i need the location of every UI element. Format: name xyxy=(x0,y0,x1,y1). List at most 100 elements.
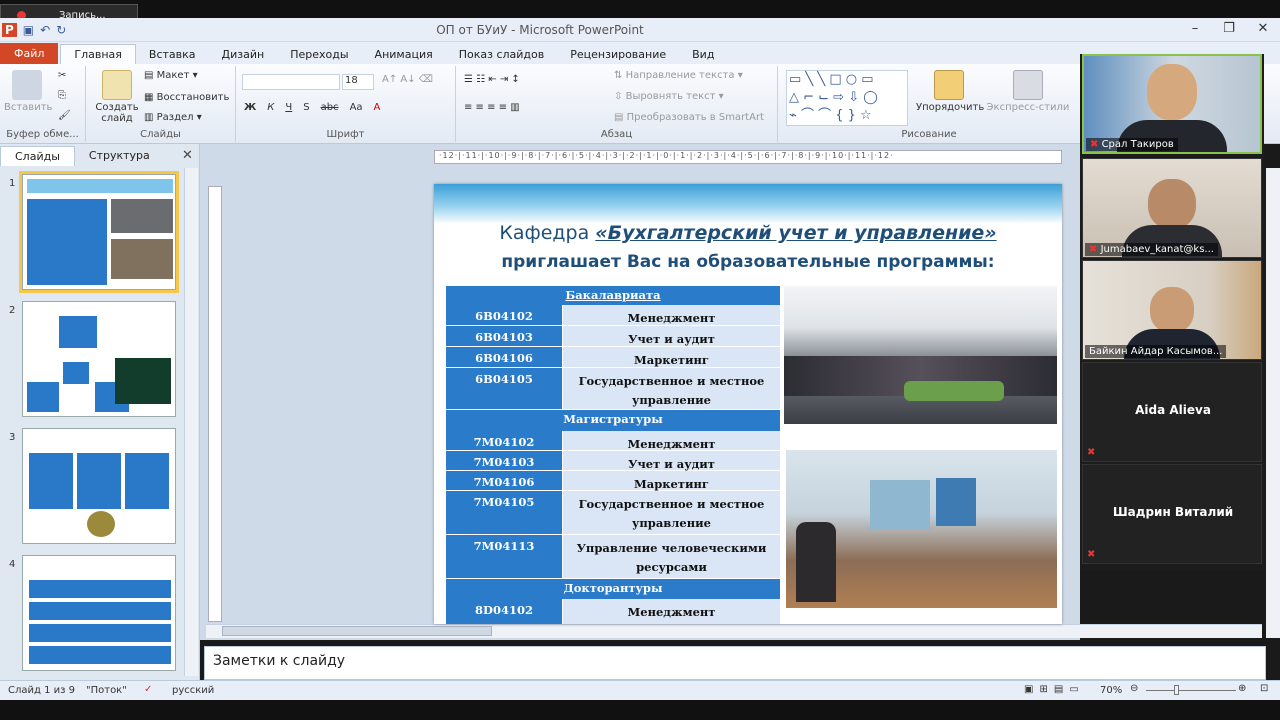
tab-view[interactable]: Вид xyxy=(679,45,727,64)
section-header: Докторантуры xyxy=(446,579,780,599)
participant-name: ✖ Jumabaev_kanat@ks... xyxy=(1085,243,1218,256)
tab-outline[interactable]: Структура xyxy=(75,146,164,166)
slide-thumbnail-3[interactable] xyxy=(22,428,176,544)
zoom-level[interactable]: 70% xyxy=(1100,685,1122,696)
shadow-button[interactable]: S xyxy=(303,102,309,113)
reset-button[interactable]: ▦ Восстановить xyxy=(144,92,229,103)
font-group-label: Шрифт xyxy=(326,129,365,140)
slide-thumbnail-1[interactable] xyxy=(19,171,179,293)
table-row: 7М04102 Менеджмент xyxy=(446,431,780,451)
view-buttons-icon[interactable]: ▣⊞▤▭ xyxy=(1024,684,1085,695)
strikethrough-button[interactable]: abc xyxy=(321,102,339,113)
case-button[interactable]: Aa xyxy=(350,102,363,113)
tab-review[interactable]: Рецензирование xyxy=(557,45,679,64)
horizontal-ruler: ·12·|·11·|·10·|·9·|·8·|·7·|·6·|·5·|·4·|·… xyxy=(434,150,1062,164)
layout-button[interactable]: ▤ Макет ▾ xyxy=(144,70,198,81)
slide-thumbnail-4[interactable] xyxy=(22,555,176,671)
bullets-icon[interactable]: ☰ ☷ ⇤ ⇥ ↕ xyxy=(464,74,520,85)
horizontal-scroll-thumb[interactable] xyxy=(222,626,492,636)
slide-notes[interactable]: Заметки к слайду xyxy=(204,646,1266,680)
program-name: Государственное и местное управление xyxy=(562,491,780,535)
program-name: Управление человеческими ресурсами xyxy=(562,535,780,579)
quick-styles-label: Экспресс-стили xyxy=(986,102,1070,113)
new-slide-button[interactable]: Создать слайд xyxy=(92,70,142,124)
paste-button[interactable]: Вставить xyxy=(4,70,52,113)
shapes-gallery[interactable]: ▭ ╲ ╲ □ ○ ▭ △ ⌐ ⌙ ⇨ ⇩ ◯ ⌁ ⌒ ⌒ { } ☆ xyxy=(786,70,908,126)
align-text-label: Выровнять текст xyxy=(625,91,716,102)
section-button[interactable]: ▥ Раздел ▾ xyxy=(144,112,202,123)
tab-insert[interactable]: Вставка xyxy=(136,45,209,64)
close-icon[interactable]: ✕ xyxy=(1246,18,1280,42)
tab-file[interactable]: Файл xyxy=(0,43,59,64)
tab-transitions[interactable]: Переходы xyxy=(277,45,361,64)
bold-button[interactable]: Ж xyxy=(244,102,256,113)
font-size-select[interactable]: 18 xyxy=(342,74,374,90)
participant-tile[interactable]: Байкин Айдар Касымов... xyxy=(1082,260,1262,360)
clipboard-group-label: Буфер обме... xyxy=(6,129,79,140)
powerpoint-logo-icon[interactable]: P xyxy=(2,23,17,37)
participant-tile[interactable]: ✖ Срал Такиров xyxy=(1082,54,1262,154)
participant-tile[interactable]: ✖ Jumabaev_kanat@ks... xyxy=(1082,158,1262,258)
quick-styles-button[interactable]: Экспресс-стили xyxy=(986,70,1070,113)
classroom-photo-1[interactable] xyxy=(784,286,1057,424)
slide-subtitle[interactable]: приглашает Вас на образовательные програ… xyxy=(434,252,1062,272)
font-grow-icon[interactable]: A↑ A↓ ⌫ xyxy=(382,74,433,85)
drawing-group-label: Рисование xyxy=(901,129,957,140)
tab-slideshow[interactable]: Показ слайдов xyxy=(446,45,558,64)
smartart-button[interactable]: ▤ Преобразовать в SmartArt xyxy=(614,112,764,123)
table-row: 6В04103 Учет и аудит xyxy=(446,326,780,347)
zoom-slider-thumb[interactable] xyxy=(1174,685,1179,695)
text-direction-button[interactable]: ⇅ Направление текста ▾ xyxy=(614,70,743,81)
tab-animation[interactable]: Анимация xyxy=(362,45,446,64)
tab-design[interactable]: Дизайн xyxy=(209,45,278,64)
zoom-slider[interactable] xyxy=(1146,690,1236,691)
title-prefix: Кафедра xyxy=(499,222,596,244)
save-icon[interactable]: ▣ xyxy=(23,23,34,37)
zoom-in-icon[interactable]: ⊕ xyxy=(1238,683,1246,694)
table-row: Магистратуры xyxy=(446,410,780,431)
redo-icon[interactable]: ↻ xyxy=(56,23,66,37)
muted-mic-icon: ✖ xyxy=(1089,244,1098,255)
underline-button[interactable]: Ч xyxy=(285,102,292,113)
minimize-icon[interactable]: – xyxy=(1178,18,1212,42)
font-name-select[interactable] xyxy=(242,74,340,90)
muted-mic-icon: ✖ xyxy=(1087,447,1096,458)
slides-pane-scrollbar[interactable] xyxy=(184,168,198,676)
tab-slides[interactable]: Слайды xyxy=(0,146,75,166)
font-format-buttons: Ж К Ч S abc Aa A xyxy=(244,102,380,113)
table-row: Докторантуры xyxy=(446,579,780,599)
paragraph-group: ☰ ☷ ⇤ ⇥ ↕ ≡ ≡ ≡ ≡ ▥ ⇅ Направление текста… xyxy=(456,66,778,142)
program-code: 7М04105 xyxy=(446,491,562,535)
classroom-photo-2[interactable] xyxy=(786,450,1057,608)
current-slide[interactable]: Кафедра «Бухгалтерский учет и управление… xyxy=(434,184,1062,624)
slide-thumbnail-2[interactable] xyxy=(22,301,176,417)
participant-tile[interactable]: Шадрин Виталий ✖ xyxy=(1082,464,1262,564)
spellcheck-icon[interactable]: ✓ xyxy=(144,684,152,695)
slide-title[interactable]: Кафедра «Бухгалтерский учет и управление… xyxy=(434,222,1062,244)
fit-slide-icon[interactable]: ⊡ xyxy=(1260,683,1268,694)
title-bar: ОП от БУиУ - Microsoft PowerPoint xyxy=(0,18,1280,42)
zoom-out-icon[interactable]: ⊖ xyxy=(1130,683,1138,694)
muted-mic-icon: ✖ xyxy=(1090,139,1099,150)
copy-icon[interactable]: ⎘ xyxy=(58,90,66,101)
department-name: «Бухгалтерский учет и управление» xyxy=(595,222,997,244)
align-text-button[interactable]: ⇳ Выровнять текст ▾ xyxy=(614,91,724,102)
theme-name[interactable]: "Поток" xyxy=(86,685,127,696)
format-painter-icon[interactable]: 🖌 xyxy=(58,110,71,121)
tab-home[interactable]: Главная xyxy=(60,44,136,64)
arrange-icon xyxy=(934,70,964,100)
participant-tile[interactable]: Aida Alieva ✖ xyxy=(1082,362,1262,462)
italic-button[interactable]: К xyxy=(267,102,274,113)
cut-icon[interactable]: ✂ xyxy=(58,70,66,81)
vertical-scrollbar[interactable] xyxy=(1266,168,1280,638)
restore-icon[interactable]: ❐ xyxy=(1212,18,1246,42)
language[interactable]: русский xyxy=(172,685,214,696)
table-row: 7М04113 Управление человеческими ресурсам… xyxy=(446,535,780,579)
program-code: 7М04102 xyxy=(446,431,562,451)
close-pane-icon[interactable]: ✕ xyxy=(182,148,193,163)
font-color-icon[interactable]: A xyxy=(374,102,381,113)
align-icons[interactable]: ≡ ≡ ≡ ≡ ▥ xyxy=(464,102,520,113)
undo-icon[interactable]: ↶ xyxy=(40,23,50,37)
arrange-button[interactable]: Упорядочить xyxy=(916,70,984,113)
program-code: 8D04102 xyxy=(446,599,562,624)
